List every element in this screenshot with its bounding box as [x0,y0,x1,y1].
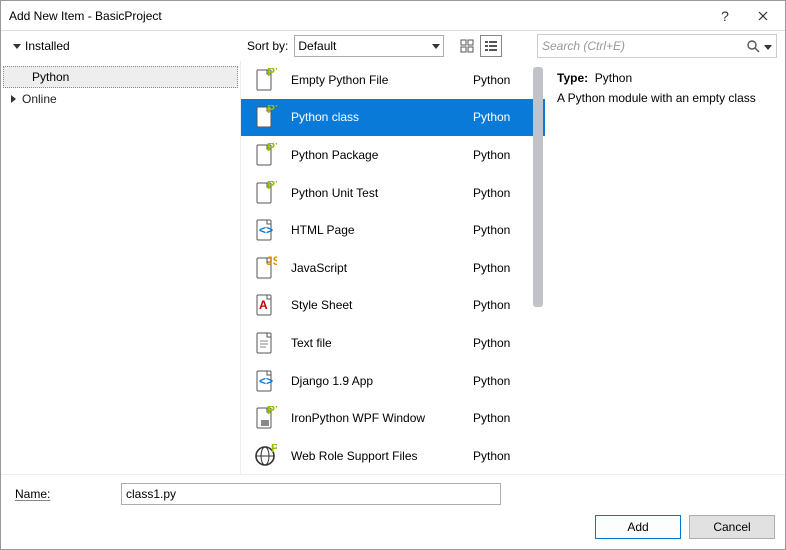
svg-text:PY: PY [271,444,277,455]
svg-text:PY: PY [267,406,277,417]
add-button[interactable]: Add [595,515,681,539]
template-list-panel: PYEmpty Python FilePythonPYPython classP… [241,61,545,474]
svg-text:A: A [259,298,268,312]
nav-item-python[interactable]: Python [3,66,238,88]
scrollbar-thumb[interactable] [533,67,543,307]
template-row[interactable]: PY Python Package Python [241,136,545,174]
template-row[interactable]: PY Python class Python [241,99,545,137]
template-lang: Python [473,148,533,162]
file-wpf-icon: PY [253,406,277,430]
template-label: Django 1.9 App [291,374,459,388]
toolbar: Installed Sort by: Default [1,31,785,61]
template-lang: Python [473,261,533,275]
template-lang: Python [473,449,533,463]
name-label: Name: [11,487,121,501]
sortby-select[interactable]: Default [294,35,444,57]
chevron-down-icon[interactable] [13,44,21,49]
details-type-value: Python [595,71,632,85]
template-label: Web Role Support Files [291,449,459,463]
nav-item-label: Online [22,92,57,106]
file-html-icon: <> [253,218,277,242]
svg-text:<>: <> [259,374,273,388]
svg-text:PY: PY [267,68,277,79]
template-row[interactable]: Text file Python [241,324,545,362]
search-icon[interactable] [746,39,760,53]
template-label: Python class [291,110,459,124]
template-row[interactable]: JS JavaScript Python [241,249,545,287]
sortby-label: Sort by: [247,39,288,53]
svg-text:JS: JS [266,256,277,268]
sortby-value: Default [298,39,336,53]
template-label: IronPython WPF Window [291,411,459,425]
template-row[interactable]: PY Python Unit Test Python [241,174,545,212]
chevron-right-icon [11,95,16,103]
template-row[interactable]: <> Django 1.9 App Python [241,362,545,400]
template-lang: Python [473,336,533,350]
svg-text:<>: <> [259,223,273,237]
template-list[interactable]: PYEmpty Python FilePythonPYPython classP… [241,61,545,474]
file-py-icon: PY [253,105,277,129]
file-py-icon: PY [253,181,277,205]
add-button-label: Add [627,520,648,534]
template-lang: Python [473,298,533,312]
help-button[interactable]: ? [710,1,740,30]
template-row[interactable]: <> HTML Page Python [241,211,545,249]
nav-tree: Python Online [1,61,241,474]
title-bar: Add New Item - BasicProject ? [1,1,785,31]
template-row[interactable]: PY IronPython WPF Window Python [241,399,545,437]
template-row[interactable]: PY Web Role Support Files Python [241,437,545,474]
template-label: Style Sheet [291,298,459,312]
close-button[interactable] [740,1,785,30]
file-web-icon: PY [253,444,277,468]
template-label: Python Unit Test [291,186,459,200]
name-input[interactable] [121,483,501,505]
template-lang: Python [473,73,533,87]
template-lang: Python [473,374,533,388]
details-description: A Python module with an empty class [557,91,773,105]
template-label: Python Package [291,148,459,162]
grid-icon [460,39,474,53]
bottom-panel: Name: Add Cancel [1,474,785,549]
svg-text:PY: PY [267,143,277,154]
view-large-icons[interactable] [456,35,478,57]
template-label: HTML Page [291,223,459,237]
file-py-icon: PY [253,68,277,92]
template-row[interactable]: A Style Sheet Python [241,287,545,325]
svg-text:PY: PY [267,181,277,192]
chevron-down-icon [432,44,440,49]
file-css-icon: A [253,293,277,317]
search-dropdown[interactable] [764,39,772,53]
nav-group-online[interactable]: Online [1,89,240,109]
svg-text:PY: PY [267,105,277,116]
search-box[interactable] [537,34,777,58]
template-label: JavaScript [291,261,459,275]
main-area: Python Online PYEmpty Python FilePythonP… [1,61,785,474]
details-type-label: Type: [557,71,588,85]
search-input[interactable] [542,39,746,53]
details-panel: Type: Python A Python module with an emp… [545,61,785,474]
template-lang: Python [473,110,533,124]
template-lang: Python [473,411,533,425]
cancel-button[interactable]: Cancel [689,515,775,539]
list-icon [484,39,498,53]
template-lang: Python [473,186,533,200]
close-icon [758,11,768,21]
file-js-icon: JS [253,256,277,280]
window-title: Add New Item - BasicProject [9,9,710,23]
cancel-button-label: Cancel [713,520,750,534]
nav-group-installed[interactable]: Installed [25,39,70,53]
file-txt-icon [253,331,277,355]
template-lang: Python [473,223,533,237]
template-label: Text file [291,336,459,350]
nav-item-label: Python [32,70,69,84]
file-py-icon: PY [253,143,277,167]
file-django-icon: <> [253,369,277,393]
view-details[interactable] [480,35,502,57]
template-row[interactable]: PY Empty Python File Python [241,61,545,99]
template-label: Empty Python File [291,73,459,87]
